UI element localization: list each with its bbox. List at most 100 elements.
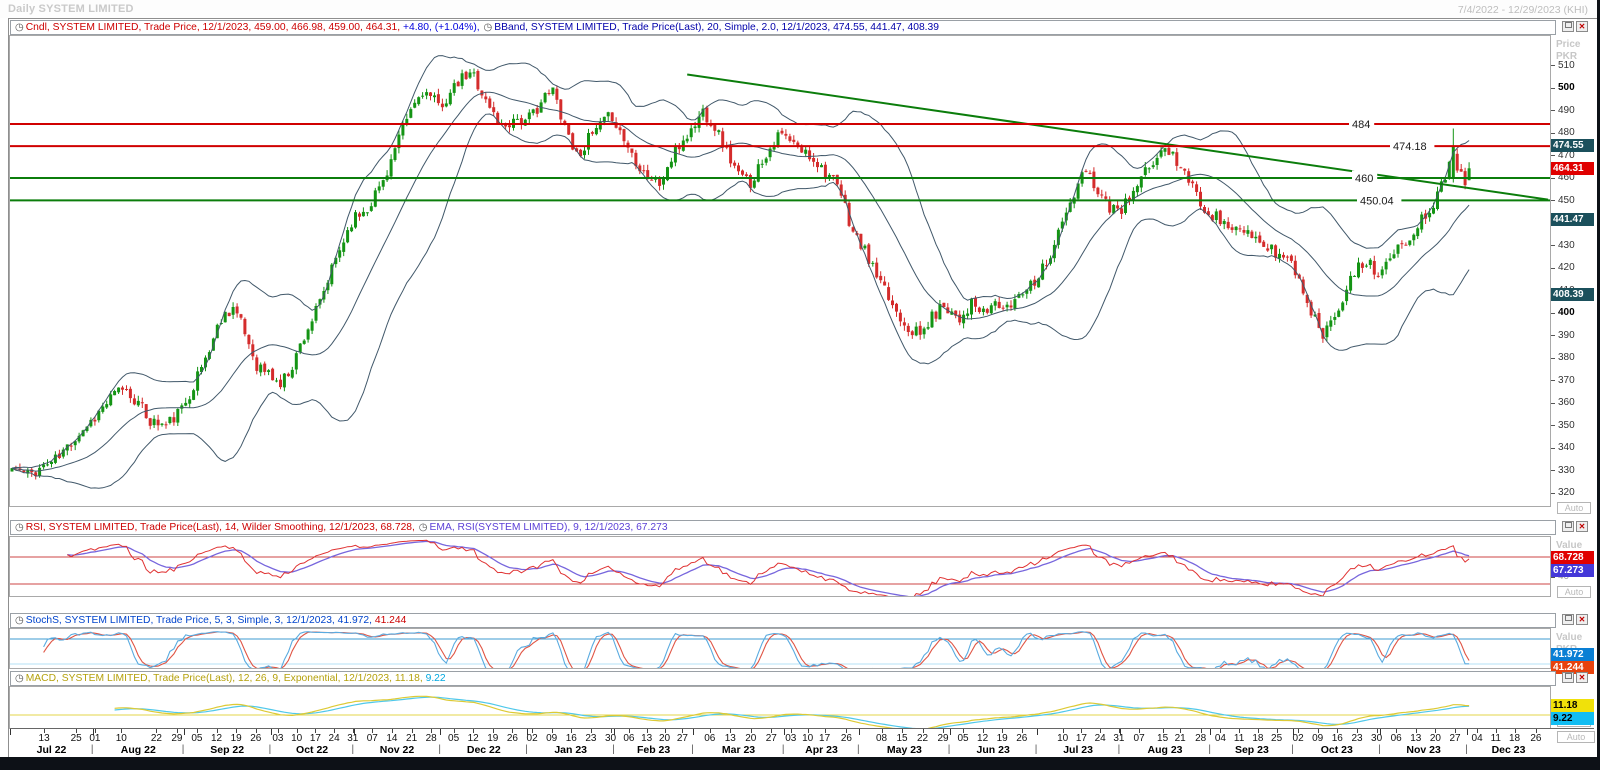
day-label: 08 <box>876 733 887 744</box>
svg-text:460: 460 <box>1355 173 1373 185</box>
stoch-d-value: 41.244 <box>375 615 407 626</box>
macd-series-legend: MACD, SYSTEM LIMITED, Trade Price(Last),… <box>26 673 426 684</box>
month-label: Jan 23 <box>554 744 587 756</box>
axis-value-label: 9.22 <box>1551 712 1594 725</box>
month-separator: | <box>1035 744 1038 755</box>
price-axis[interactable]: Price PKR Auto 5105004904804704604504404… <box>1551 36 1595 506</box>
day-label: 18 <box>1252 733 1263 744</box>
time-axis-auto-button[interactable]: Auto <box>1557 731 1595 743</box>
price-tick-label: 390 <box>1558 330 1575 342</box>
close-icon[interactable]: ✕ <box>1576 614 1588 625</box>
restore-icon[interactable] <box>1562 21 1574 32</box>
price-tick-label: 490 <box>1558 105 1575 117</box>
month-label: Dec 22 <box>467 744 501 756</box>
day-label: 12 <box>468 733 479 744</box>
close-icon[interactable]: ✕ <box>1576 672 1588 683</box>
rsi-axis-title: Value <box>1556 540 1582 551</box>
price-tick <box>1551 425 1555 426</box>
month-separator: | <box>438 744 441 755</box>
axis-value-label: 11.18 <box>1551 699 1594 712</box>
price-tick <box>1551 358 1555 359</box>
stochastic-plot[interactable] <box>10 629 1550 668</box>
svg-text:450.04: 450.04 <box>1360 195 1394 207</box>
rsi-axis[interactable]: Value PKR Auto 4068.72867.273 <box>1551 537 1595 596</box>
restore-icon[interactable] <box>1562 521 1574 532</box>
month-tick <box>184 729 185 735</box>
macd-plot[interactable] <box>10 687 1550 728</box>
month-label: Apr 23 <box>805 744 838 756</box>
price-tick-label: 340 <box>1558 442 1575 454</box>
stoch-axis[interactable]: Value PKR Auto 41.97241.244 <box>1551 629 1595 668</box>
day-label: 13 <box>39 733 50 744</box>
candle-change-legend: +4.80, (+1.04%), <box>403 22 483 33</box>
macd-legend[interactable]: ◷MACD, SYSTEM LIMITED, Trade Price(Last)… <box>10 671 1556 686</box>
delayed-data-clock-icon: ◷ <box>15 522 24 533</box>
time-axis[interactable]: Auto Jul 221325|Aug 2201102229|Sep 22051… <box>10 728 1594 757</box>
month-label: Mar 23 <box>722 744 755 756</box>
main-price-plot[interactable]: 484474.18460450.04 <box>10 36 1550 506</box>
day-label: 25 <box>1271 733 1282 744</box>
day-label: 14 <box>386 733 397 744</box>
day-label: 05 <box>448 733 459 744</box>
day-label: 28 <box>426 733 437 744</box>
day-label: 26 <box>250 733 261 744</box>
stochastic-legend[interactable]: ◷StochS, SYSTEM LIMITED, Trade Price, 5,… <box>10 613 1556 628</box>
axis-value-label: 441.47 <box>1551 213 1594 226</box>
delayed-data-clock-icon: ◷ <box>419 522 428 533</box>
day-label: 21 <box>406 733 417 744</box>
price-tick <box>1551 403 1555 404</box>
stoch-axis-title: Value <box>1556 632 1582 643</box>
close-icon[interactable]: ✕ <box>1576 21 1588 32</box>
month-label: Sep 22 <box>210 744 244 756</box>
month-separator: | <box>182 744 185 755</box>
restore-icon[interactable] <box>1562 672 1574 683</box>
close-icon[interactable]: ✕ <box>1576 521 1588 532</box>
price-tick <box>1551 133 1555 134</box>
day-label: 10 <box>802 733 813 744</box>
price-axis-auto-button[interactable]: Auto <box>1557 502 1591 514</box>
price-tick-label: 450 <box>1558 195 1575 207</box>
month-tick <box>1210 729 1211 735</box>
rsi-panel-window-buttons: ✕ <box>1560 521 1588 533</box>
day-label: 23 <box>1351 733 1362 744</box>
price-tick-label: 350 <box>1558 420 1575 432</box>
day-label: 28 <box>1195 733 1206 744</box>
day-label: 09 <box>546 733 557 744</box>
rsi-axis-auto-button[interactable]: Auto <box>1557 586 1591 598</box>
month-tick <box>440 729 441 735</box>
day-label: 05 <box>191 733 202 744</box>
price-tick-label: 430 <box>1558 240 1575 252</box>
rsi-plot[interactable] <box>10 537 1550 596</box>
day-label: 15 <box>1157 733 1168 744</box>
axis-value-label: 474.55 <box>1551 139 1594 152</box>
restore-icon[interactable] <box>1562 614 1574 625</box>
day-label: 12 <box>211 733 222 744</box>
day-label: 11 <box>1491 733 1501 744</box>
price-tick-label: 370 <box>1558 375 1575 387</box>
month-label: Nov 22 <box>380 744 414 756</box>
month-separator: | <box>352 744 355 755</box>
price-tick <box>1551 268 1555 269</box>
date-range: 7/4/2022 - 12/29/2023 (KHI) <box>1458 4 1588 16</box>
month-separator: | <box>1465 744 1468 755</box>
delayed-data-clock-icon: ◷ <box>484 22 493 33</box>
day-label: 17 <box>819 733 830 744</box>
day-label: 25 <box>71 733 82 744</box>
day-label: 27 <box>1449 733 1460 744</box>
day-label: 19 <box>231 733 242 744</box>
day-label: 01 <box>89 733 100 744</box>
stoch-panel-window-buttons: ✕ <box>1560 614 1588 626</box>
day-label: 24 <box>329 733 340 744</box>
day-label: 10 <box>291 733 302 744</box>
window-title: Daily SYSTEM LIMITED <box>8 3 134 15</box>
axis-value-label: 41.972 <box>1551 648 1594 661</box>
macd-axis[interactable]: Auto 11.189.22 <box>1551 687 1595 728</box>
day-label: 13 <box>641 733 652 744</box>
month-separator: | <box>782 744 785 755</box>
rsi-legend[interactable]: ◷RSI, SYSTEM LIMITED, Trade Price(Last),… <box>10 520 1556 535</box>
price-tick-label: 400 <box>1558 307 1575 319</box>
candle-series-legend: Cndl, SYSTEM LIMITED, Trade Price, 12/1/… <box>26 22 403 33</box>
month-separator: | <box>612 744 615 755</box>
main-chart-legend[interactable]: ◷ Cndl, SYSTEM LIMITED, Trade Price, 12/1… <box>10 20 1556 35</box>
axis-value-label: 68.728 <box>1551 551 1594 564</box>
